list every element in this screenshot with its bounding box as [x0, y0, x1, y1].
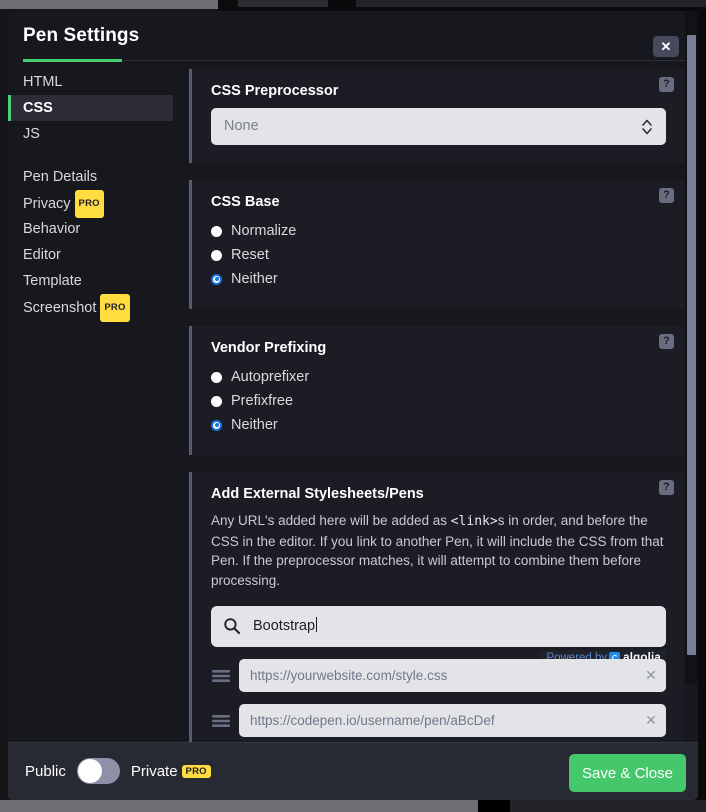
modal-footer: Public Private PRO Save & Close	[8, 742, 698, 800]
external-stylesheets-panel: ? Add External Stylesheets/Pens Any URL'…	[189, 472, 684, 742]
vendor-prefixing-panel: ? Vendor Prefixing Autoprefixer Prefixfr…	[189, 326, 684, 455]
pro-badge: PRO	[74, 190, 104, 218]
help-icon[interactable]: ?	[659, 188, 674, 203]
privacy-toggle[interactable]	[76, 758, 120, 784]
search-input[interactable]: Bootstrap Powered by algolia	[211, 606, 666, 666]
radio-label: Reset	[231, 247, 269, 263]
pro-badge: PRO	[100, 294, 130, 322]
panel-heading: CSS Base	[211, 194, 280, 210]
external-url-row: https://yourwebsite.com/style.css ✕	[211, 659, 666, 692]
pro-badge: PRO	[181, 764, 211, 778]
panel-description: Any URL's added here will be added as <l…	[211, 511, 666, 590]
chevron-updown-icon	[642, 119, 652, 135]
header-divider	[122, 60, 686, 61]
external-url-placeholder: https://yourwebsite.com/style.css	[250, 668, 448, 683]
remove-url-icon[interactable]: ✕	[643, 712, 659, 728]
save-button[interactable]: Save & Close	[569, 754, 686, 792]
help-icon[interactable]: ?	[659, 77, 674, 92]
panel-heading: Add External Stylesheets/Pens	[211, 486, 424, 502]
external-url-row: https://codepen.io/username/pen/aBcDef ✕	[211, 704, 666, 737]
radio-vendor-neither[interactable]: Neither	[211, 413, 666, 437]
radio-css-base-neither[interactable]: Neither	[211, 267, 666, 291]
private-label: Private	[130, 762, 178, 780]
toggle-knob	[77, 759, 102, 783]
radio-css-base-reset[interactable]: Reset	[211, 243, 666, 267]
sidebar-item-js[interactable]: JS	[8, 121, 173, 147]
desc-code: <link>	[450, 514, 498, 529]
css-preprocessor-select[interactable]: None	[211, 108, 666, 145]
backdrop-top-gap	[328, 0, 356, 7]
sidebar-item-editor[interactable]: Editor	[8, 242, 173, 268]
text-caret	[316, 617, 318, 632]
radio-icon	[211, 225, 222, 237]
sidebar-item-label: Behavior	[23, 221, 81, 237]
privacy-toggle-group: Public Private PRO	[25, 758, 211, 784]
pen-settings-modal: Pen Settings ✕ HTML CSS JS Pen Details P…	[8, 11, 698, 800]
search-text: Bootstrap	[253, 618, 316, 634]
title-underline	[23, 59, 122, 62]
page-title: Pen Settings	[23, 25, 140, 46]
external-url-placeholder: https://codepen.io/username/pen/aBcDef	[250, 713, 495, 728]
sidebar-item-screenshot[interactable]: Screenshot PRO	[8, 294, 173, 322]
drag-handle-icon[interactable]	[211, 668, 231, 684]
select-value: None	[224, 118, 259, 134]
sidebar-item-label: HTML	[23, 74, 63, 90]
external-url-input[interactable]: https://yourwebsite.com/style.css ✕	[239, 659, 666, 692]
sidebar-item-privacy[interactable]: Privacy PRO	[8, 190, 173, 218]
panel-heading: CSS Preprocessor	[211, 83, 339, 99]
radio-icon-checked	[211, 273, 222, 285]
sidebar-item-pen-details[interactable]: Pen Details	[8, 164, 173, 190]
sidebar-item-label: Pen Details	[23, 169, 98, 185]
sidebar-item-label: Privacy	[23, 196, 71, 212]
radio-label: Neither	[231, 271, 278, 287]
css-base-panel: ? CSS Base Normalize Reset Neither	[189, 180, 684, 309]
public-label: Public	[25, 762, 66, 780]
search-input-value: Bootstrap	[253, 606, 318, 647]
sidebar-item-template[interactable]: Template	[8, 268, 173, 294]
desc-part-1: Any URL's added here will be added as	[211, 513, 451, 528]
sidebar-item-label: Template	[23, 273, 82, 289]
radio-label: Prefixfree	[231, 393, 294, 409]
backdrop-top-tab	[238, 0, 328, 7]
radio-icon	[211, 249, 222, 261]
radio-icon	[211, 395, 222, 407]
sidebar-item-css[interactable]: CSS	[8, 95, 173, 121]
scrollbar-track[interactable]	[685, 11, 698, 684]
radio-label: Autoprefixer	[231, 369, 310, 385]
radio-label: Neither	[231, 417, 278, 433]
modal-header: Pen Settings ✕	[8, 11, 698, 69]
radio-icon	[211, 371, 222, 383]
backdrop-bottom-right	[510, 800, 706, 812]
backdrop-bottom-gap	[478, 800, 510, 812]
backdrop-top-strip-left	[0, 0, 218, 9]
search-icon	[224, 618, 241, 635]
backdrop-bottom-strip	[0, 800, 478, 812]
radio-label: Normalize	[231, 223, 297, 239]
modal-scroll-area: Pen Settings ✕ HTML CSS JS Pen Details P…	[8, 11, 698, 742]
remove-url-icon[interactable]: ✕	[643, 667, 659, 683]
backdrop-top-strip-right	[356, 0, 706, 7]
sidebar-item-label: Editor	[23, 247, 61, 263]
sidebar-item-behavior[interactable]: Behavior	[8, 216, 173, 242]
close-icon[interactable]: ✕	[653, 36, 679, 57]
radio-icon-checked	[211, 419, 222, 431]
sidebar-divider	[8, 147, 173, 164]
help-icon[interactable]: ?	[659, 480, 674, 495]
radio-vendor-autoprefixer[interactable]: Autoprefixer	[211, 365, 666, 389]
sidebar-item-label: Screenshot	[23, 300, 97, 316]
drag-handle-icon[interactable]	[211, 713, 231, 729]
sidebar-item-html[interactable]: HTML	[8, 69, 173, 95]
help-icon[interactable]: ?	[659, 334, 674, 349]
sidebar-item-label: JS	[23, 126, 40, 142]
external-url-input[interactable]: https://codepen.io/username/pen/aBcDef ✕	[239, 704, 666, 737]
settings-sidebar: HTML CSS JS Pen Details Privacy PRO Behav…	[8, 69, 173, 322]
css-preprocessor-panel: ? CSS Preprocessor None	[189, 69, 684, 163]
radio-css-base-normalize[interactable]: Normalize	[211, 219, 666, 243]
panel-heading: Vendor Prefixing	[211, 340, 327, 356]
scrollbar-thumb[interactable]	[687, 35, 696, 655]
sidebar-item-label: CSS	[23, 100, 53, 116]
settings-content: ? CSS Preprocessor None ? CSS Base Norma…	[189, 69, 684, 742]
radio-vendor-prefixfree[interactable]: Prefixfree	[211, 389, 666, 413]
